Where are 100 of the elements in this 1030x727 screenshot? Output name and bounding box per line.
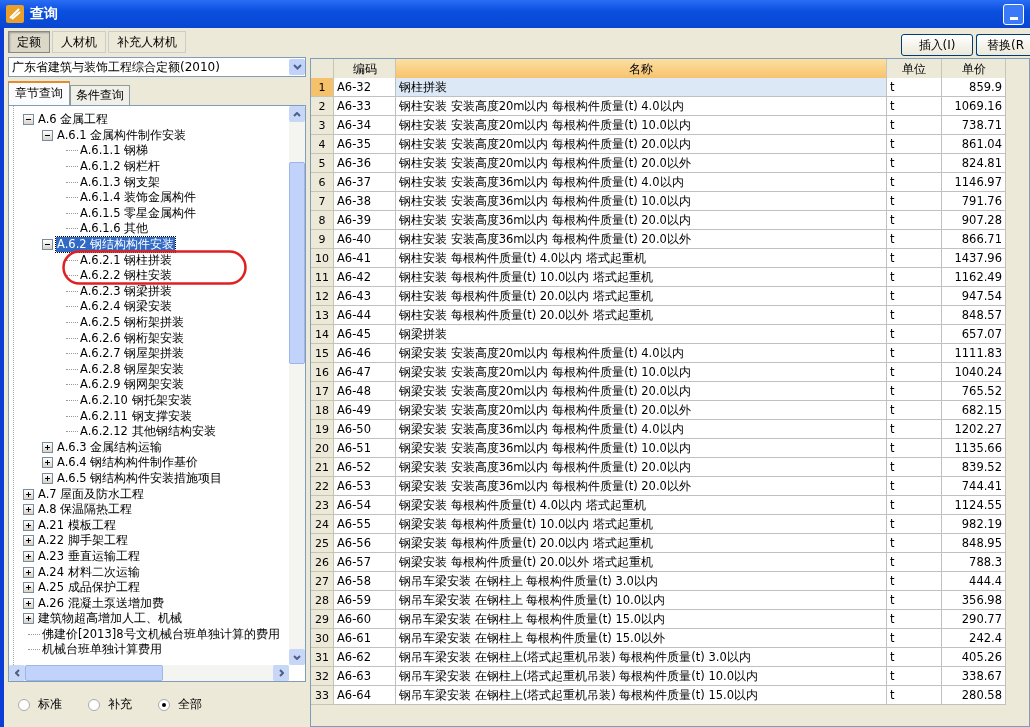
tab[interactable]: 条件查询	[70, 85, 130, 105]
tab[interactable]: 定额	[8, 31, 50, 53]
tree-item[interactable]: A.6.2.6 钢桁架安装	[79, 330, 186, 346]
tree-item[interactable]: A.7 屋面及防水工程	[37, 486, 146, 502]
table-cell: A6-53	[334, 477, 396, 496]
table-cell: 765.52	[942, 382, 1006, 401]
table-cell: t	[887, 686, 942, 705]
tree-item[interactable]: A.6.2.9 钢网架安装	[79, 377, 186, 393]
table-cell: A6-33	[334, 97, 396, 116]
tab[interactable]: 人材机	[52, 31, 106, 53]
table-cell: 1202.27	[942, 420, 1006, 439]
tree-item[interactable]: A.23 垂直运输工程	[37, 548, 141, 564]
table-cell: 1124.55	[942, 496, 1006, 515]
table-cell: t	[887, 287, 942, 306]
tree-item[interactable]: A.6 金属工程	[37, 112, 110, 128]
table-cell: 钢梁拼装	[396, 325, 887, 344]
tree-item[interactable]: A.21 模板工程	[37, 517, 117, 533]
expand-icon[interactable]	[25, 552, 32, 560]
tree-item[interactable]: A.6.2.3 钢梁拼装	[79, 283, 174, 299]
expand-icon[interactable]	[25, 599, 32, 607]
table-cell: t	[887, 97, 942, 116]
table-cell: A6-56	[334, 534, 396, 553]
column-header[interactable]: 名称	[396, 59, 887, 80]
toolbar-button[interactable]: 插入(I)	[901, 34, 973, 56]
row-number: 4	[311, 135, 334, 154]
vertical-scrollbar[interactable]	[289, 106, 305, 665]
table-cell: A6-64	[334, 686, 396, 705]
table-cell: 866.71	[942, 230, 1006, 249]
tree-item[interactable]: A.6.1.6 其他	[79, 221, 150, 237]
tree-item[interactable]: A.6.5 钢结构构件安装措施项目	[56, 470, 224, 486]
tree-item[interactable]: A.6.1.3 钢支架	[79, 174, 162, 190]
table-cell: A6-40	[334, 230, 396, 249]
tree-item[interactable]: 建筑物超高增加人工、机械	[37, 611, 183, 627]
table-cell: 907.28	[942, 211, 1006, 230]
tree-item[interactable]: A.6.2.12 其他钢结构安装	[79, 424, 217, 440]
tree-item[interactable]: A.6.1.5 零星金属构件	[79, 205, 198, 221]
expand-icon[interactable]	[44, 474, 51, 482]
horizontal-scrollbar[interactable]	[9, 665, 289, 681]
tree-item[interactable]: A.6.2.1 钢柱拼装	[79, 252, 174, 268]
tab[interactable]: 补充人材机	[108, 31, 186, 53]
tree-item[interactable]: A.6.2.7 钢屋架拼装	[79, 346, 186, 362]
minimize-button[interactable]	[1003, 3, 1024, 25]
toolbar-button[interactable]: 替换(R	[976, 34, 1030, 56]
quota-dropdown[interactable]: 广东省建筑与装饰工程综合定额(2010)	[8, 57, 306, 77]
expand-icon[interactable]	[44, 459, 51, 467]
table-cell: 钢柱安装 安装高度36m以内 每根构件质量(t) 20.0以内	[396, 211, 887, 230]
table-cell: 1111.83	[942, 344, 1006, 363]
table-cell: t	[887, 249, 942, 268]
table-cell: 钢梁安装 安装高度20m以内 每根构件质量(t) 20.0以外	[396, 401, 887, 420]
tab[interactable]: 章节查询	[8, 81, 70, 105]
expand-icon[interactable]	[25, 506, 32, 514]
filter-radio[interactable]: 标准	[18, 696, 62, 713]
row-number: 26	[311, 553, 334, 572]
tree-item[interactable]: A.6.2.2 钢柱安装	[79, 268, 174, 284]
expand-icon[interactable]	[25, 615, 32, 623]
scroll-left-icon[interactable]	[14, 669, 20, 677]
scroll-down-icon[interactable]	[293, 654, 301, 660]
table-cell: 钢吊车梁安装 在钢柱上(塔式起重机吊装) 每根构件质量(t) 15.0以内	[396, 686, 887, 705]
scroll-up-icon[interactable]	[293, 111, 301, 117]
tree-item[interactable]: A.6.2.8 钢屋架安装	[79, 361, 186, 377]
tree-item[interactable]: A.6.1.4 装饰金属构件	[79, 190, 198, 206]
expand-icon[interactable]	[25, 521, 32, 529]
tree-item[interactable]: A.8 保温隔热工程	[37, 502, 134, 518]
tree-item[interactable]: 佛建价[2013]8号文机械台班单独计算的费用	[41, 626, 281, 642]
tree-item[interactable]: A.25 成品保护工程	[37, 580, 141, 596]
scroll-right-icon[interactable]	[278, 669, 284, 677]
table-cell: 钢梁安装 每根构件质量(t) 10.0以内 塔式起重机	[396, 515, 887, 534]
row-number: 32	[311, 667, 334, 686]
table-cell: 848.57	[942, 306, 1006, 325]
tree-item[interactable]: A.6.2.5 钢桁架拼装	[79, 315, 186, 330]
expand-icon[interactable]	[25, 584, 32, 592]
tree-item[interactable]: A.6.2.10 钢托架安装	[79, 393, 193, 408]
expand-icon[interactable]	[25, 537, 32, 545]
filter-radio[interactable]: 全部	[158, 696, 202, 713]
table-cell: t	[887, 515, 942, 534]
tree-item[interactable]: A.6.1 金属构件制作安装	[56, 127, 188, 143]
tree-item[interactable]: A.6.2.11 钢支撑安装	[79, 408, 193, 424]
tree-item[interactable]: A.22 脚手架工程	[37, 533, 129, 549]
tree-item[interactable]: A.6.4 钢结构构件制作基价	[56, 455, 200, 471]
row-number: 29	[311, 610, 334, 629]
row-number: 18	[311, 401, 334, 420]
row-number: 15	[311, 344, 334, 363]
table-cell: 钢梁安装 安装高度36m以内 每根构件质量(t) 4.0以内	[396, 420, 887, 439]
row-number: 25	[311, 534, 334, 553]
table-cell: 356.98	[942, 591, 1006, 610]
tree-item[interactable]: 机械台班单独计算费用	[41, 642, 163, 658]
table-cell: 钢柱安装 每根构件质量(t) 4.0以内 塔式起重机	[396, 249, 887, 268]
tree-item[interactable]: A.6.1.1 钢梯	[79, 143, 150, 159]
tree-item[interactable]: A.26 混凝土泵送增加费	[37, 595, 165, 611]
table-cell: 280.58	[942, 686, 1006, 705]
expand-icon[interactable]	[25, 490, 32, 498]
table-cell: 钢柱安装 每根构件质量(t) 20.0以内 塔式起重机	[396, 287, 887, 306]
row-number: 6	[311, 173, 334, 192]
expand-icon[interactable]	[44, 443, 51, 451]
tree-item[interactable]: A.6.1.2 钢栏杆	[79, 159, 162, 175]
tree-item[interactable]: A.6.3 金属结构运输	[56, 439, 164, 455]
expand-icon[interactable]	[25, 568, 32, 576]
filter-radio[interactable]: 补充	[88, 696, 132, 713]
tree-item[interactable]: A.6.2.4 钢梁安装	[79, 299, 174, 315]
tree-item[interactable]: A.24 材料二次运输	[37, 564, 141, 580]
